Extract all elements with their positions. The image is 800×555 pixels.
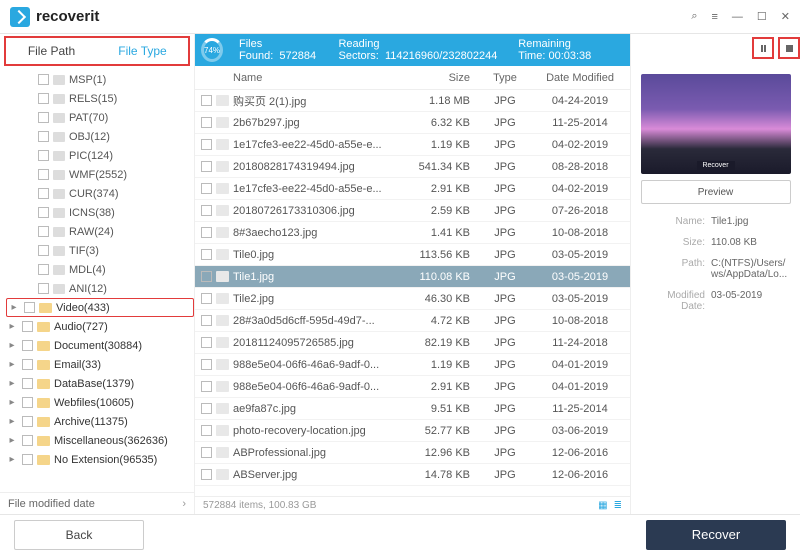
tree-node[interactable]: CUR(374) [6, 184, 194, 203]
maximize-button[interactable]: ☐ [757, 10, 767, 23]
tree-category[interactable]: ▸Video(433) [6, 298, 194, 317]
preview-button[interactable]: Preview [641, 180, 791, 204]
preview-panel: Recover Preview Name:Tile1.jpg Size:110.… [630, 34, 800, 514]
titlebar: recoverit ⌕ ≡ — ☐ ✕ [0, 0, 800, 34]
table-row[interactable]: Tile2.jpg46.30 KBJPG03-05-2019 [195, 288, 630, 310]
tree-node[interactable]: MSP(1) [6, 70, 194, 89]
preview-thumbnail: Recover [641, 74, 791, 174]
tree-node[interactable]: ANI(12) [6, 279, 194, 298]
file-list[interactable]: 购买页 2(1).jpg1.18 MBJPG04-24-20192b67b297… [195, 90, 630, 496]
table-row[interactable]: 20180828174319494.jpg541.34 KBJPG08-28-2… [195, 156, 630, 178]
tab-file-path[interactable]: File Path [6, 38, 97, 64]
table-row[interactable]: 1e17cfe3-ee22-45d0-a55e-e...2.91 KBJPG04… [195, 178, 630, 200]
tree-category[interactable]: ▸DataBase(1379) [6, 374, 194, 393]
table-row[interactable]: 2b67b297.jpg6.32 KBJPG11-25-2014 [195, 112, 630, 134]
table-row[interactable]: 988e5e04-06f6-46a6-9adf-0...2.91 KBJPG04… [195, 376, 630, 398]
tree-category[interactable]: ▸Archive(11375) [6, 412, 194, 431]
logo-icon [10, 7, 30, 27]
tree-node[interactable]: RAW(24) [6, 222, 194, 241]
table-row[interactable]: Tile1.jpg110.08 KBJPG03-05-2019 [195, 266, 630, 288]
recover-button[interactable]: Recover [646, 520, 786, 550]
scan-status-bar: 74% Files Found: 572884 Reading Sectors:… [195, 34, 630, 66]
tree-category[interactable]: ▸Webfiles(10605) [6, 393, 194, 412]
menu-icon[interactable]: ≡ [711, 11, 717, 23]
tree-category[interactable]: ▸No Extension(96535) [6, 450, 194, 469]
tree-node[interactable]: WMF(2552) [6, 165, 194, 184]
tree-node[interactable]: OBJ(12) [6, 127, 194, 146]
app-logo: recoverit [10, 7, 99, 27]
item-count: 572884 items, 100.83 GB [203, 500, 316, 511]
table-row[interactable]: Tile0.jpg113.56 KBJPG03-05-2019 [195, 244, 630, 266]
thumb-caption: Recover [696, 161, 734, 170]
table-row[interactable]: ABProfessional.jpg12.96 KBJPG12-06-2016 [195, 442, 630, 464]
view-list-icon[interactable]: ≣ [614, 500, 622, 511]
filter-bar[interactable]: File modified date › [0, 492, 194, 514]
table-row[interactable]: 988e5e04-06f6-46a6-9adf-0...1.19 KBJPG04… [195, 354, 630, 376]
progress-ring: 74% [201, 38, 223, 62]
tree-category[interactable]: ▸Email(33) [6, 355, 194, 374]
table-row[interactable]: 购买页 2(1).jpg1.18 MBJPG04-24-2019 [195, 90, 630, 112]
pause-scan-button[interactable] [752, 37, 774, 59]
tree-category[interactable]: ▸Miscellaneous(362636) [6, 431, 194, 450]
view-grid-icon[interactable]: ▦ [598, 500, 607, 511]
col-date[interactable]: Date Modified [530, 72, 630, 84]
close-button[interactable]: ✕ [781, 10, 790, 23]
tree-node[interactable]: PAT(70) [6, 108, 194, 127]
tree-node[interactable]: RELS(15) [6, 89, 194, 108]
preview-metadata: Name:Tile1.jpg Size:110.08 KB Path:C:(NT… [641, 216, 790, 322]
col-type[interactable]: Type [480, 72, 530, 84]
tree-category[interactable]: ▸Audio(727) [6, 317, 194, 336]
table-row[interactable]: photo-recovery-location.jpg52.77 KBJPG03… [195, 420, 630, 442]
table-row[interactable]: 20180726173310306.jpg2.59 KBJPG07-26-201… [195, 200, 630, 222]
tree-node[interactable]: MDL(4) [6, 260, 194, 279]
main-panel: 74% Files Found: 572884 Reading Sectors:… [195, 34, 630, 514]
minimize-button[interactable]: — [732, 11, 743, 23]
tree-node[interactable]: PIC(124) [6, 146, 194, 165]
table-row[interactable]: ABServer.jpg14.78 KBJPG12-06-2016 [195, 464, 630, 486]
tree-node[interactable]: ICNS(38) [6, 203, 194, 222]
table-row[interactable]: 28#3a0d5d6cff-595d-49d7-...4.72 KBJPG10-… [195, 310, 630, 332]
back-button[interactable]: Back [14, 520, 144, 550]
file-type-tree[interactable]: MSP(1)RELS(15)PAT(70)OBJ(12)PIC(124)WMF(… [0, 68, 194, 492]
status-line: 572884 items, 100.83 GB ▦ ≣ [195, 496, 630, 514]
tab-file-type[interactable]: File Type [97, 38, 188, 64]
tree-node[interactable]: TIF(3) [6, 241, 194, 260]
tree-category[interactable]: ▸Document(30884) [6, 336, 194, 355]
stop-scan-button[interactable] [778, 37, 800, 59]
search-icon[interactable]: ⌕ [691, 10, 697, 23]
sidebar: File Path File Type MSP(1)RELS(15)PAT(70… [0, 34, 195, 514]
filter-label: File modified date [8, 498, 95, 510]
col-size[interactable]: Size [400, 72, 480, 84]
col-name[interactable]: Name [233, 72, 400, 84]
chevron-right-icon: › [182, 498, 186, 510]
table-row[interactable]: 20181124095726585.jpg82.19 KBJPG11-24-20… [195, 332, 630, 354]
footer: Back Recover [0, 514, 800, 554]
table-row[interactable]: 8#3aecho123.jpg1.41 KBJPG10-08-2018 [195, 222, 630, 244]
app-name: recoverit [36, 8, 99, 25]
table-row[interactable]: ae9fa87c.jpg9.51 KBJPG11-25-2014 [195, 398, 630, 420]
table-header: Name Size Type Date Modified [195, 66, 630, 90]
sidebar-tabs: File Path File Type [4, 36, 190, 66]
table-row[interactable]: 1e17cfe3-ee22-45d0-a55e-e...1.19 KBJPG04… [195, 134, 630, 156]
